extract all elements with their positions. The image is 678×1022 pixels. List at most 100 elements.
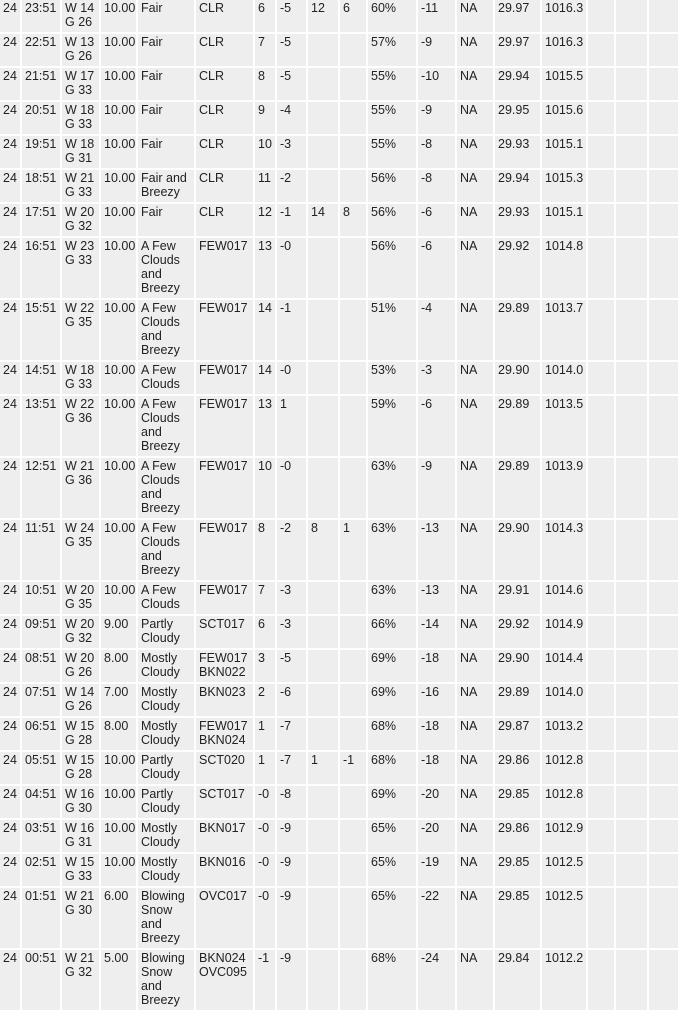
cell-precip-3hr <box>616 170 647 202</box>
table-row: 24 19:51 W 18 G 31 10.00 Fair CLR 10 -3 55% -8 NA 2… <box>0 136 678 168</box>
cell-altimeter: 29.90 <box>495 362 540 394</box>
cell-wind: W 23 G 33 <box>62 238 99 298</box>
cell-air-temp: 12 <box>255 204 275 236</box>
cell-sky-condition: FEW017 <box>196 582 253 614</box>
cell-weather: Fair and Breezy <box>138 170 194 202</box>
cell-relative-humidity: 68% <box>368 718 416 750</box>
cell-heat-index: NA <box>457 820 493 852</box>
cell-sky-condition: CLR <box>196 102 253 134</box>
cell-dew-point: -6 <box>277 684 306 716</box>
cell-weather: Mostly Cloudy <box>138 718 194 750</box>
cell-weather: A Few Clouds and Breezy <box>138 238 194 298</box>
cell-visibility: 10.00 <box>101 820 136 852</box>
cell-dew-point: -8 <box>277 786 306 818</box>
cell-altimeter: 29.92 <box>495 238 540 298</box>
cell-precip-3hr <box>616 616 647 648</box>
cell-altimeter: 29.85 <box>495 786 540 818</box>
cell-day: 24 <box>0 950 20 1010</box>
cell-precip-3hr <box>616 0 647 32</box>
cell-min-6hr <box>340 102 366 134</box>
cell-precip-3hr <box>616 786 647 818</box>
cell-min-6hr <box>340 238 366 298</box>
cell-altimeter: 29.90 <box>495 650 540 682</box>
cell-min-6hr <box>340 396 366 456</box>
cell-sky-condition: SCT017 <box>196 616 253 648</box>
cell-precip-6hr <box>649 820 678 852</box>
cell-air-temp: -0 <box>255 888 275 948</box>
cell-max-6hr <box>308 786 338 818</box>
cell-precip-1hr <box>588 786 614 818</box>
cell-day: 24 <box>0 520 20 580</box>
cell-max-6hr <box>308 616 338 648</box>
cell-heat-index: NA <box>457 238 493 298</box>
cell-time: 01:51 <box>22 888 60 948</box>
cell-day: 24 <box>0 786 20 818</box>
cell-relative-humidity: 68% <box>368 950 416 1010</box>
cell-altimeter: 29.86 <box>495 820 540 852</box>
cell-relative-humidity: 59% <box>368 396 416 456</box>
cell-weather: Fair <box>138 136 194 168</box>
cell-precip-6hr <box>649 950 678 1010</box>
cell-time: 16:51 <box>22 238 60 298</box>
cell-precip-1hr <box>588 102 614 134</box>
cell-air-temp: 13 <box>255 238 275 298</box>
cell-visibility: 10.00 <box>101 582 136 614</box>
cell-weather: Mostly Cloudy <box>138 820 194 852</box>
cell-altimeter: 29.95 <box>495 102 540 134</box>
cell-altimeter: 29.89 <box>495 684 540 716</box>
cell-air-temp: -0 <box>255 820 275 852</box>
cell-weather: Blowing Snow and Breezy <box>138 950 194 1010</box>
cell-visibility: 8.00 <box>101 650 136 682</box>
cell-wind-chill: -6 <box>418 238 455 298</box>
cell-precip-3hr <box>616 458 647 518</box>
cell-precip-3hr <box>616 204 647 236</box>
cell-time: 14:51 <box>22 362 60 394</box>
table-row: 24 17:51 W 20 G 32 10.00 Fair CLR 12 -1 14 8 56% -6… <box>0 204 678 236</box>
cell-air-temp: 14 <box>255 362 275 394</box>
cell-dew-point: -7 <box>277 752 306 784</box>
cell-sea-level-pressure: 1014.8 <box>542 238 586 298</box>
cell-min-6hr <box>340 616 366 648</box>
cell-time: 22:51 <box>22 34 60 66</box>
cell-relative-humidity: 65% <box>368 820 416 852</box>
cell-max-6hr <box>308 458 338 518</box>
cell-wind-chill: -13 <box>418 520 455 580</box>
cell-day: 24 <box>0 0 20 32</box>
table-body: 24 23:51 W 14 G 26 10.00 Fair CLR 6 -5 12 6 60% -11… <box>0 0 678 1010</box>
cell-relative-humidity: 57% <box>368 34 416 66</box>
cell-visibility: 10.00 <box>101 362 136 394</box>
cell-precip-6hr <box>649 458 678 518</box>
cell-wind: W 20 G 32 <box>62 204 99 236</box>
cell-heat-index: NA <box>457 950 493 1010</box>
cell-sea-level-pressure: 1012.2 <box>542 950 586 1010</box>
cell-visibility: 10.00 <box>101 752 136 784</box>
cell-min-6hr <box>340 684 366 716</box>
cell-visibility: 10.00 <box>101 68 136 100</box>
cell-visibility: 10.00 <box>101 102 136 134</box>
cell-air-temp: 8 <box>255 520 275 580</box>
cell-visibility: 7.00 <box>101 684 136 716</box>
cell-altimeter: 29.89 <box>495 396 540 456</box>
cell-weather: Fair <box>138 34 194 66</box>
cell-heat-index: NA <box>457 0 493 32</box>
cell-relative-humidity: 55% <box>368 102 416 134</box>
cell-air-temp: 6 <box>255 0 275 32</box>
cell-heat-index: NA <box>457 582 493 614</box>
cell-visibility: 10.00 <box>101 204 136 236</box>
cell-max-6hr: 14 <box>308 204 338 236</box>
cell-wind: W 15 G 28 <box>62 718 99 750</box>
table-row: 24 16:51 W 23 G 33 10.00 A Few Clouds and Br… <box>0 238 678 298</box>
cell-max-6hr <box>308 34 338 66</box>
cell-heat-index: NA <box>457 102 493 134</box>
cell-precip-1hr <box>588 396 614 456</box>
cell-heat-index: NA <box>457 170 493 202</box>
cell-sea-level-pressure: 1012.5 <box>542 888 586 948</box>
cell-weather: Partly Cloudy <box>138 786 194 818</box>
table-row: 24 04:51 W 16 G 30 10.00 Partly Cloudy SCT017… <box>0 786 678 818</box>
cell-time: 11:51 <box>22 520 60 580</box>
table-row: 24 14:51 W 18 G 33 10.00 A Few Clouds FEW017 1… <box>0 362 678 394</box>
cell-min-6hr <box>340 68 366 100</box>
cell-visibility: 10.00 <box>101 854 136 886</box>
cell-heat-index: NA <box>457 786 493 818</box>
cell-relative-humidity: 63% <box>368 520 416 580</box>
